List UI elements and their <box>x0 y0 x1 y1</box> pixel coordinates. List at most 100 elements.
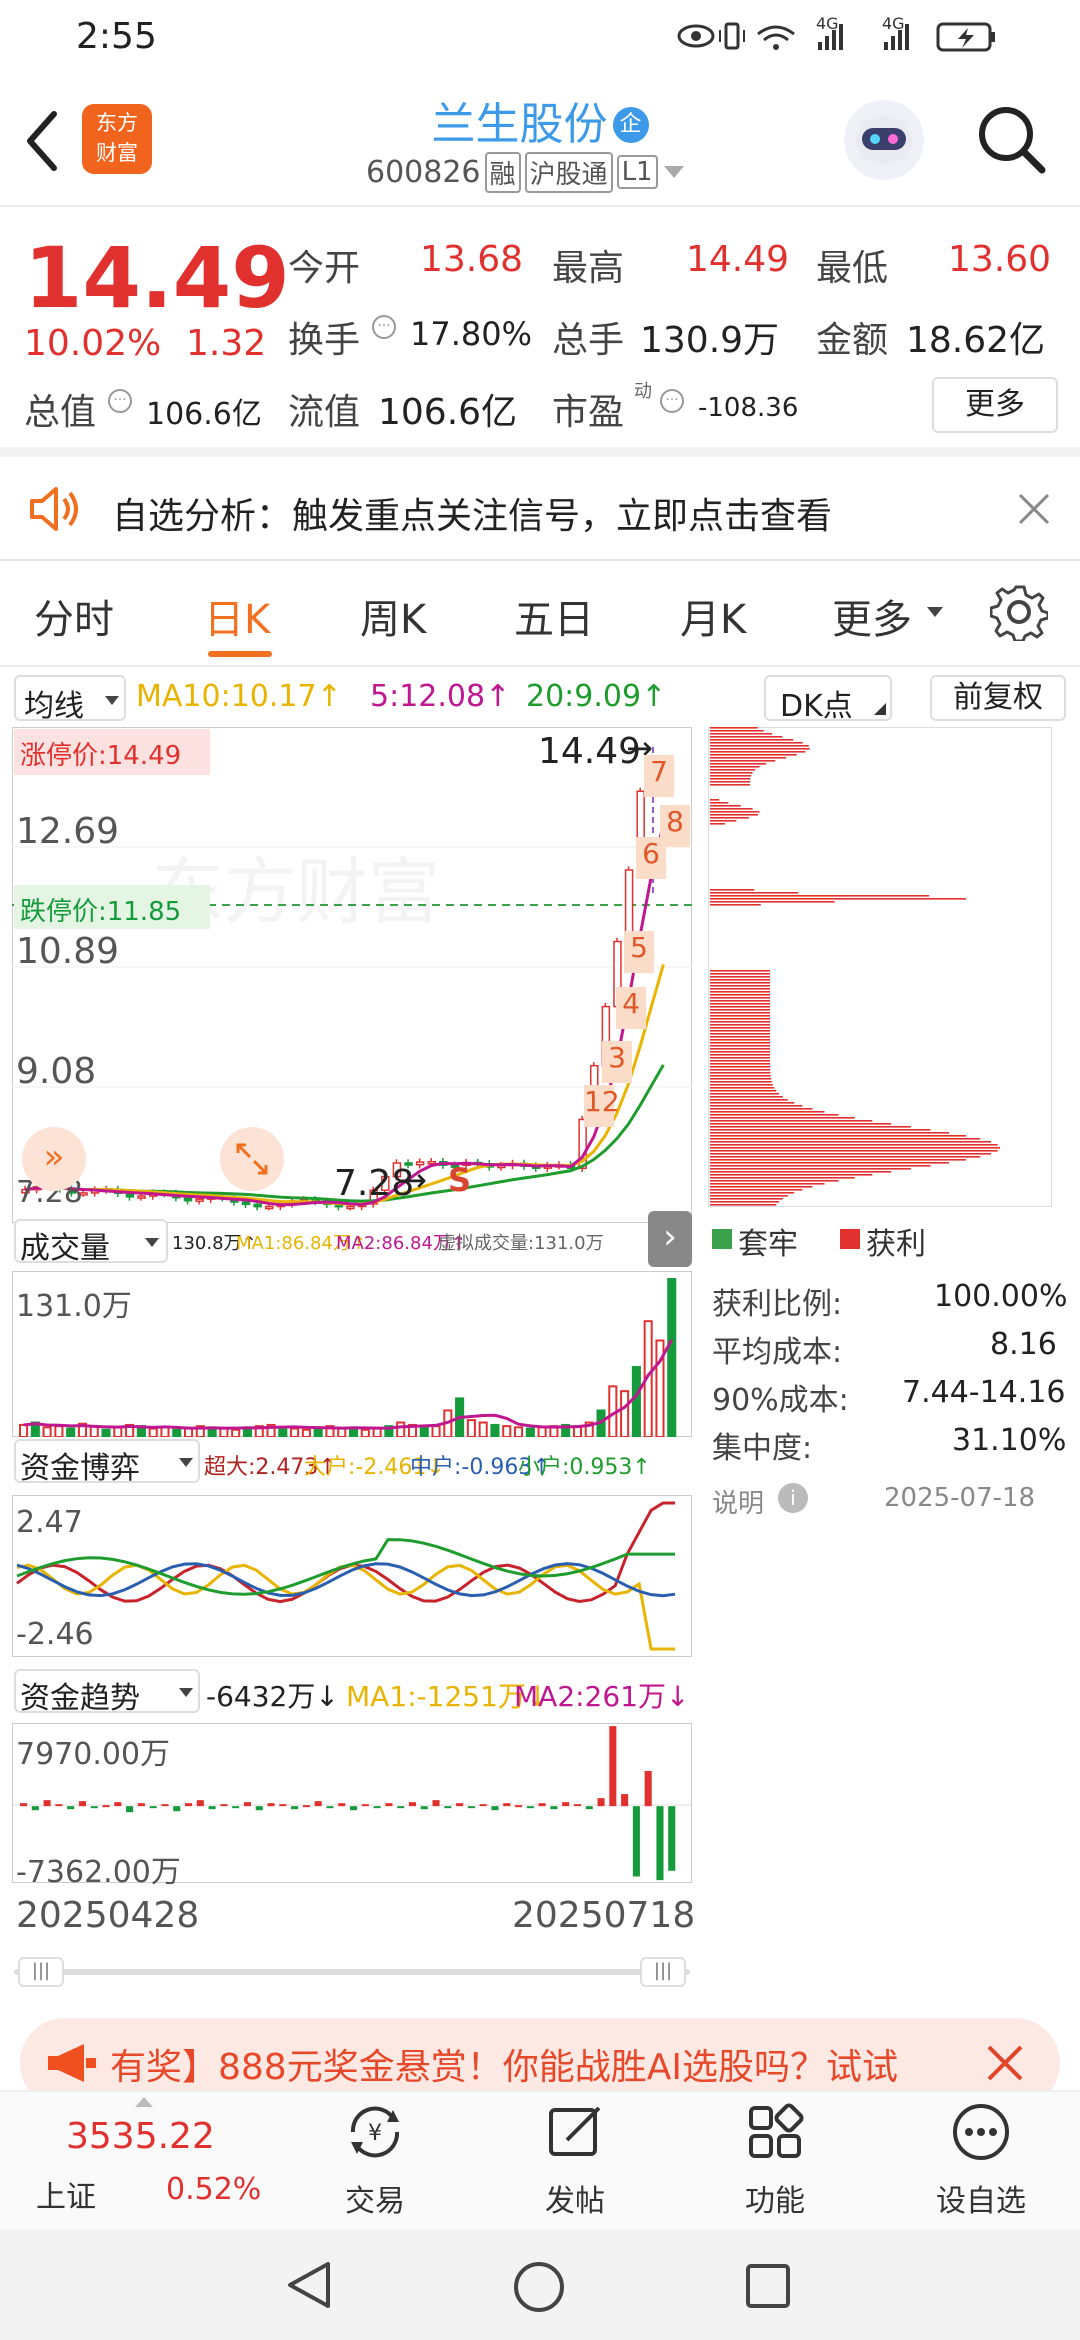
info-dots-icon[interactable]: ··· <box>372 315 396 339</box>
chip-bar <box>710 895 930 897</box>
back-triangle-icon[interactable] <box>284 2260 334 2310</box>
candle-body <box>137 1195 146 1199</box>
tab-intraday[interactable]: 分时 <box>34 587 114 645</box>
fund-trend-selector[interactable]: 资金趋势 <box>14 1669 200 1716</box>
more-button[interactable]: 更多 <box>932 377 1058 433</box>
tab-daily-k[interactable]: 日K <box>204 587 270 645</box>
dk-point-button[interactable]: DK点 <box>764 675 892 724</box>
volume-bar <box>172 1428 182 1437</box>
high-value: 14.49 <box>686 239 790 280</box>
more-dots-icon <box>953 2104 1009 2160</box>
volume-bar <box>160 1426 170 1437</box>
recent-square-icon[interactable] <box>744 2262 792 2310</box>
nav-trade-label: 交易 <box>345 2184 405 2219</box>
trap-legend-label: 套牢 <box>738 1227 798 1262</box>
chip-bar <box>710 736 783 738</box>
chip-bar <box>710 1204 777 1206</box>
caret-up-icon <box>135 2097 153 2107</box>
chip-distribution-chart[interactable] <box>708 727 1052 1207</box>
fund-trend-bar <box>361 1804 369 1807</box>
fund-trend-ma2: MA2:261万↓ <box>514 1680 690 1713</box>
fund-game-chart[interactable] <box>12 1495 692 1657</box>
chip-bar <box>710 1093 780 1095</box>
volume-bar <box>66 1427 76 1437</box>
tab-five-day[interactable]: 五日 <box>514 587 594 645</box>
robot-avatar[interactable] <box>844 100 924 180</box>
range-track[interactable] <box>14 1969 690 1975</box>
settings-gear-icon[interactable] <box>990 583 1048 641</box>
fund-trend-bar <box>67 1806 75 1810</box>
expand-left-icon[interactable]: » <box>22 1127 86 1191</box>
chip-bar <box>710 979 770 981</box>
chip-bar <box>710 994 770 996</box>
dropdown-icon[interactable] <box>662 162 686 182</box>
nav-add-watchlist[interactable]: 设自选 <box>916 2100 1046 2224</box>
chip-bar <box>710 1180 839 1182</box>
kline-chart[interactable]: 东方财富 <box>12 727 692 1223</box>
fund-trend-bar <box>220 1804 228 1807</box>
fund-trend-bar <box>479 1804 487 1807</box>
expand-right-icon[interactable]: › <box>648 1211 692 1267</box>
nav-function[interactable]: 功能 <box>720 2100 830 2224</box>
candle-body <box>183 1196 193 1202</box>
fund-trend-bar <box>385 1803 393 1807</box>
chip-bar <box>710 1201 780 1203</box>
tab-weekly-k[interactable]: 周K <box>360 587 426 645</box>
chip-date: 2025-07-18 <box>884 1483 1036 1513</box>
nav-trade[interactable]: ¥ 交易 <box>320 2100 430 2224</box>
index-value: 3535.22 <box>66 2116 215 2157</box>
chip-bar <box>710 1129 931 1131</box>
amount-value: 18.62亿 <box>906 320 1046 361</box>
close-icon[interactable] <box>984 2042 1026 2084</box>
fund-trend-bar <box>526 1806 534 1809</box>
chip-bar <box>710 1192 795 1194</box>
home-circle-icon[interactable] <box>512 2260 566 2314</box>
chip-bar <box>710 1159 966 1161</box>
volume-bar <box>290 1427 300 1437</box>
search-icon[interactable] <box>976 104 1048 176</box>
ma-selector[interactable]: 均线 <box>14 675 126 724</box>
fund-trend-bar <box>573 1804 581 1807</box>
fund-game-selector[interactable]: 资金博弈 <box>14 1439 200 1486</box>
adjust-rights-button[interactable]: 前复权 <box>930 675 1066 721</box>
fund-trend-bar <box>326 1806 334 1809</box>
fund-trend-bar <box>161 1804 169 1807</box>
chip-bar <box>710 901 835 903</box>
edit-icon <box>549 2106 601 2156</box>
fund-trend-bar <box>338 1803 346 1807</box>
chip-bar <box>710 799 720 801</box>
chip-bar <box>710 1006 770 1008</box>
volume-bar <box>360 1428 370 1437</box>
bottom-nav: 3535.22 上证 0.52% ¥ 交易 发帖 功能 设自选 <box>0 2090 1080 2230</box>
chip-bar <box>710 802 729 804</box>
profit-ratio-value: 100.00% <box>934 1279 1068 1314</box>
fullscreen-icon[interactable] <box>220 1127 284 1191</box>
notice-bar[interactable]: 自选分析：触发重点关注信号，立即点击查看 <box>0 457 1080 561</box>
chip-bar <box>710 973 770 975</box>
tab-monthly-k[interactable]: 月K <box>680 587 746 645</box>
info-dots-icon[interactable]: ··· <box>660 389 684 413</box>
fund-trend-bar <box>55 1804 63 1807</box>
close-icon[interactable] <box>1016 491 1052 527</box>
chip-bar <box>710 988 770 990</box>
explain-link[interactable]: 说明 <box>712 1483 764 1520</box>
info-icon[interactable]: i <box>778 1483 808 1513</box>
fund-trend-label: 资金趋势 <box>20 1681 140 1716</box>
chip-bar <box>710 1012 770 1014</box>
chip-bar <box>710 1120 873 1122</box>
caret-down-icon <box>179 1688 193 1697</box>
info-dots-icon[interactable]: ··· <box>108 389 132 413</box>
range-handle-right[interactable]: ||| <box>640 1957 686 1987</box>
limit-down-text: 跌停价:11.85 <box>20 897 182 927</box>
range-handle-left[interactable]: ||| <box>18 1957 64 1987</box>
volume-bar <box>219 1427 229 1437</box>
open-label: 今开 <box>288 248 361 289</box>
stock-code-row[interactable]: 600826 融 沪股通 L1 <box>366 151 686 193</box>
tab-more[interactable]: 更多 <box>832 587 912 645</box>
fund-small: 小户:0.953↑ <box>518 1455 651 1480</box>
nav-post[interactable]: 发帖 <box>520 2100 630 2224</box>
volume-selector[interactable]: 成交量 <box>14 1219 168 1266</box>
chip-bar <box>710 1087 775 1089</box>
index-quote[interactable]: 3535.22 上证 0.52% <box>20 2097 261 2220</box>
float-label: 流值 <box>288 392 361 433</box>
